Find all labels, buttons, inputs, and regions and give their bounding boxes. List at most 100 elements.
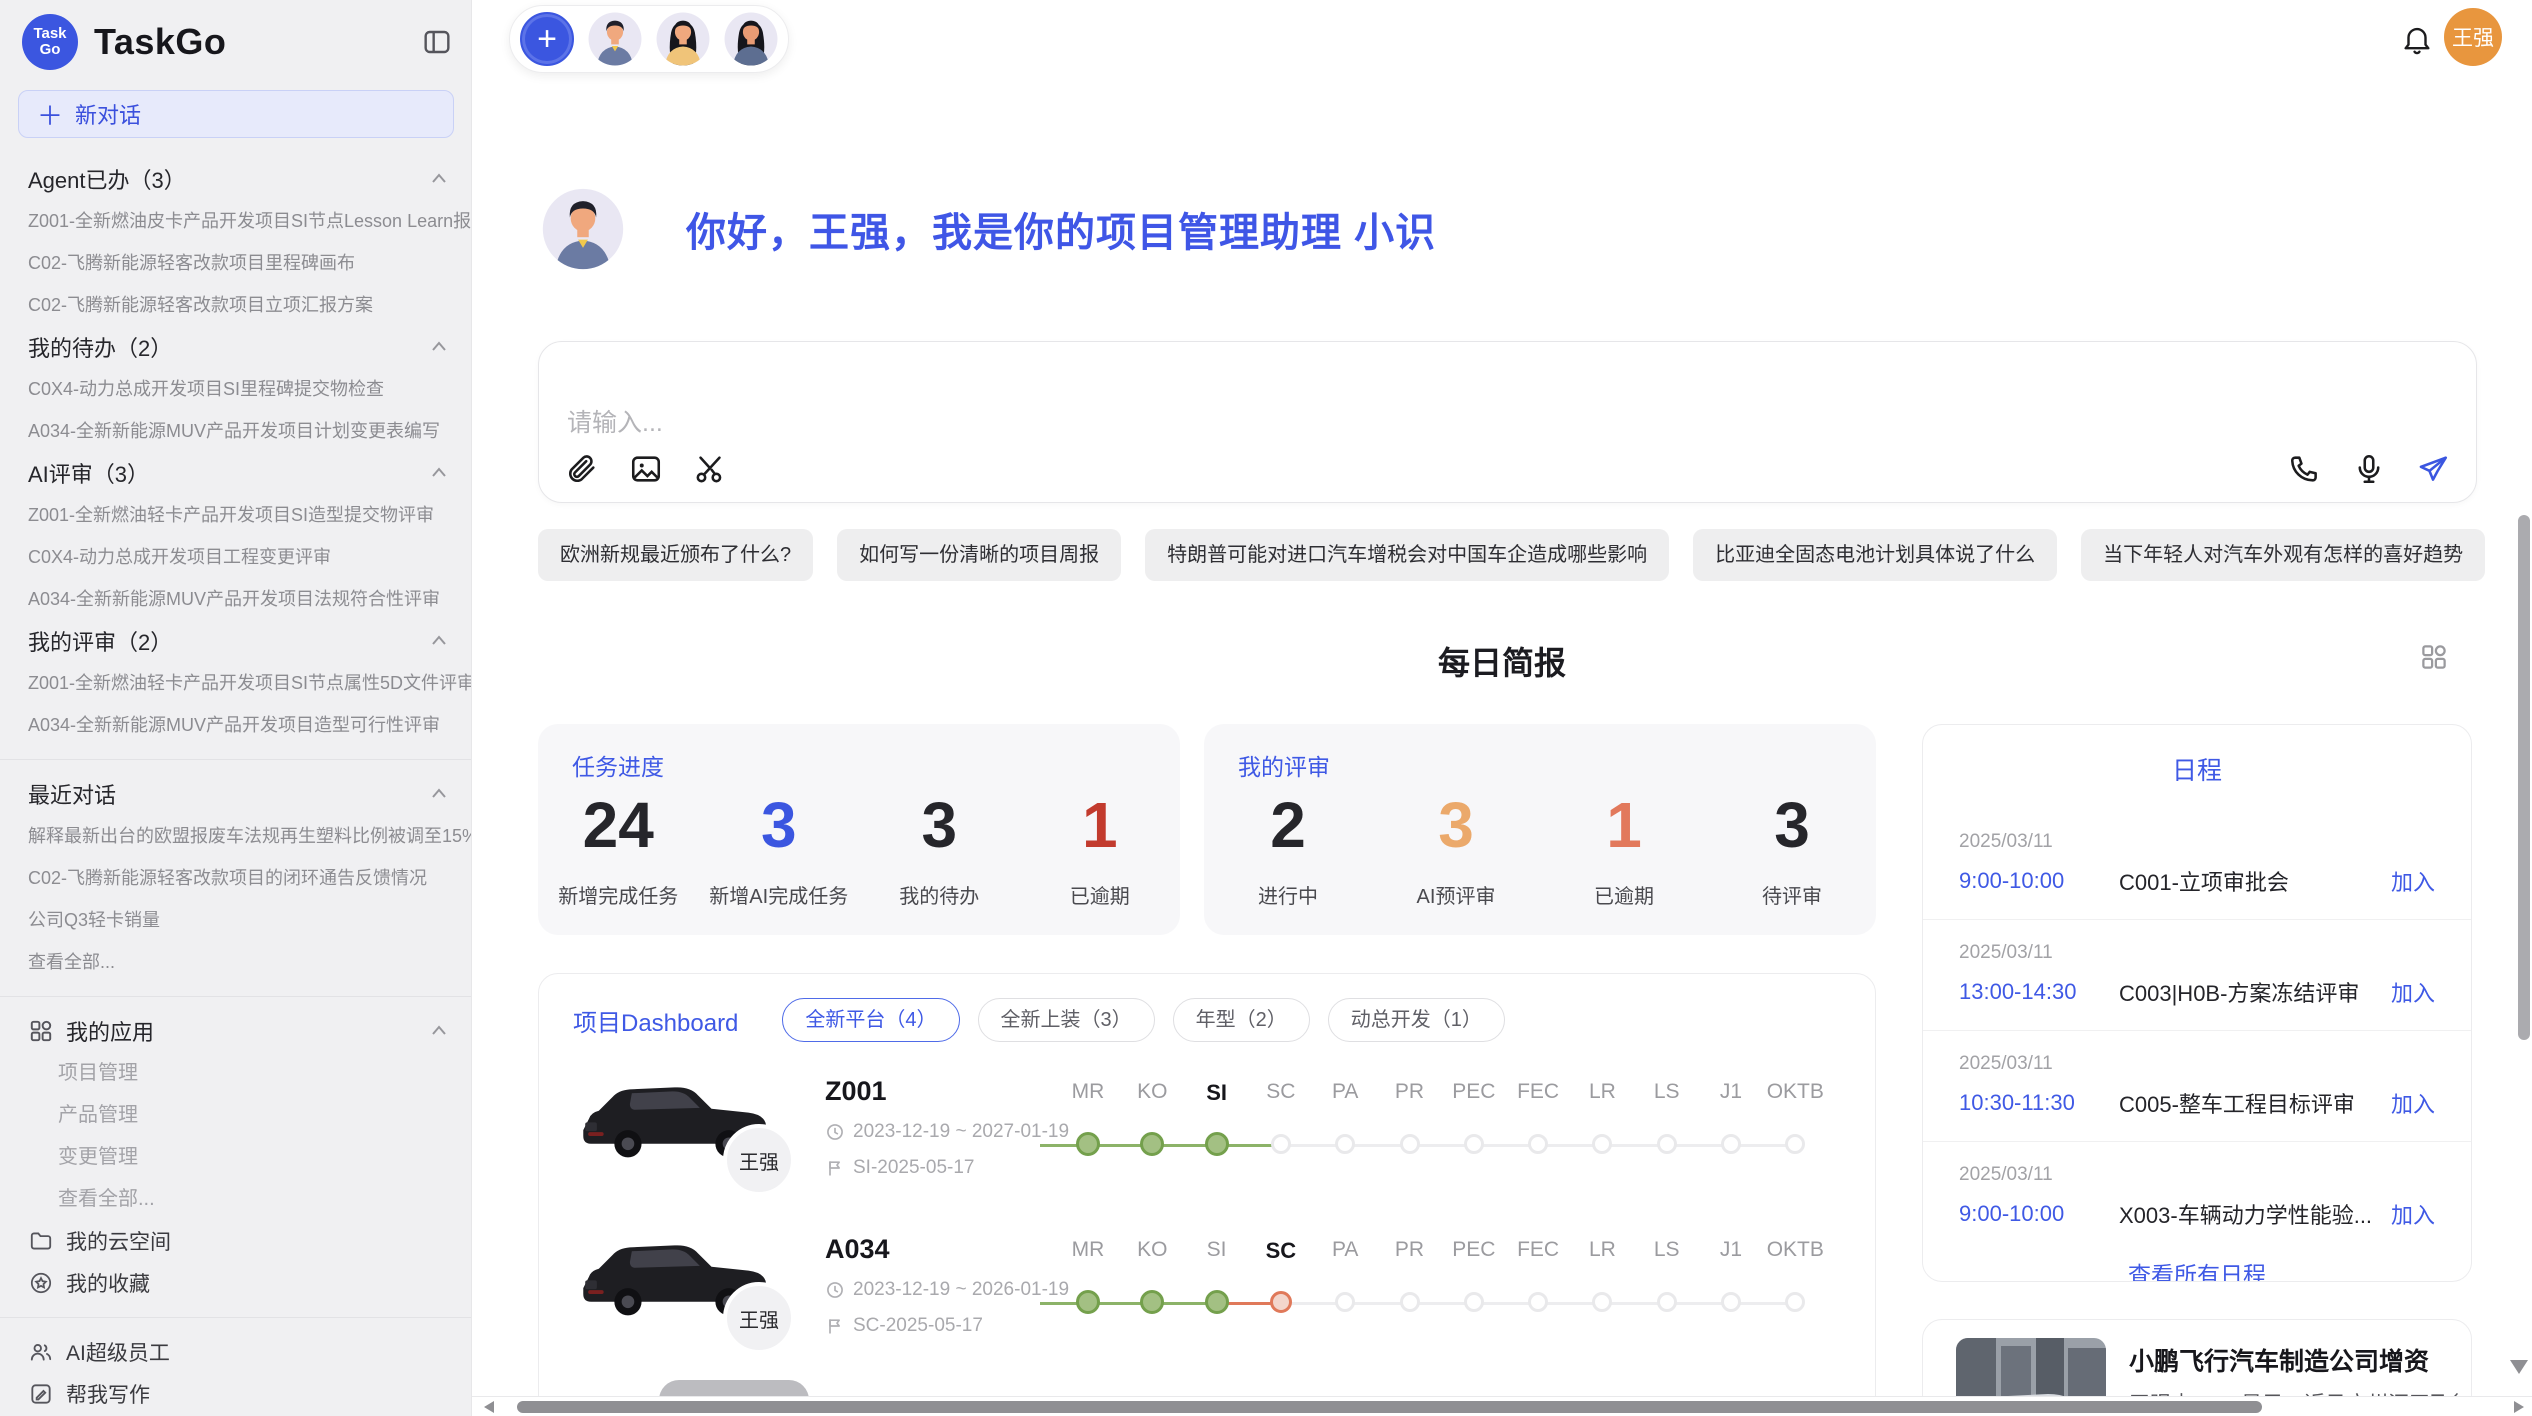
sidebar-section-header-0[interactable]: Agent已办（3） (0, 158, 471, 200)
sidebar-task-item[interactable]: Z001-全新燃油皮卡产品开发项目SI节点Lesson Learn报告 (0, 200, 471, 242)
horizontal-scrollbar-track[interactable] (472, 1396, 2532, 1416)
recent-chat-item[interactable]: C02-飞腾新能源轻客改款项目的闭环通告反馈情况 (0, 857, 471, 899)
sidebar-task-item[interactable]: C0X4-动力总成开发项目SI里程碑提交物检查 (0, 368, 471, 410)
schedule-item: 2025/03/1110:30-11:30C005-整车工程目标评审加入 (1923, 1053, 2471, 1142)
sidebar-task-item[interactable]: C02-飞腾新能源轻客改款项目立项汇报方案 (0, 284, 471, 326)
milestone-label-PA: PA (1332, 1080, 1358, 1104)
agent-avatar-2[interactable] (656, 12, 710, 66)
stat-label: 新增AI完成任务 (699, 880, 860, 909)
notification-bell-icon[interactable] (2400, 22, 2434, 56)
sidebar-task-item[interactable]: C0X4-动力总成开发项目工程变更评审 (0, 536, 471, 578)
sidebar-item-favorites[interactable]: 我的收藏 (0, 1262, 471, 1304)
app-item[interactable]: 项目管理 (0, 1052, 471, 1094)
agent-avatar-1[interactable] (588, 12, 642, 66)
stat-label: 已逾期 (1020, 880, 1181, 909)
milestone-label-PR: PR (1395, 1238, 1424, 1262)
apps-view-all-link[interactable]: 查看全部... (0, 1178, 471, 1220)
milestone-node-KO (1140, 1132, 1164, 1156)
view-all-schedule-link[interactable]: 查看所有日程 (1923, 1256, 2471, 1282)
chat-input[interactable] (567, 398, 2067, 448)
sidebar-task-item[interactable]: A034-全新新能源MUV产品开发项目造型可行性评审 (0, 704, 471, 746)
join-meeting-link[interactable]: 加入 (2391, 1198, 2435, 1230)
chevron-up-icon[interactable] (427, 1019, 451, 1043)
project-row-A034[interactable]: 王强 A0342023-12-19 ~ 2026-01-19SC-2025-05-… (575, 1220, 1845, 1380)
sidebar-task-item[interactable]: A034-全新新能源MUV产品开发项目法规符合性评审 (0, 578, 471, 620)
vertical-scrollbar[interactable] (2518, 515, 2530, 1040)
app-item[interactable]: 产品管理 (0, 1094, 471, 1136)
project-row-Z001[interactable]: 王强Z0012023-12-19 ~ 2027-01-19SI-2025-05-… (575, 1062, 1845, 1222)
agent-avatars (588, 12, 778, 66)
dashboard-tab[interactable]: 全新平台（4） (782, 998, 959, 1042)
sidebar-item-cloud-space[interactable]: 我的云空间 (0, 1220, 471, 1262)
chevron-up-icon[interactable] (427, 629, 451, 653)
chevron-up-icon[interactable] (427, 335, 451, 359)
project-vehicle-image: 王强 (575, 1068, 785, 1184)
stat-label: 我的待办 (859, 880, 1020, 909)
milestone-track: MRKOSISCPAPRPECFECLRLSJ1OKTB (1055, 1222, 1845, 1352)
stat-value: 24 (538, 788, 699, 862)
briefing-layout-icon[interactable] (2419, 642, 2449, 672)
suggestion-chip[interactable]: 特朗普可能对进口汽车增税会对中国车企造成哪些影响 (1145, 529, 1669, 581)
microphone-icon[interactable] (2352, 452, 2386, 486)
dashboard-tab[interactable]: 年型（2） (1173, 998, 1310, 1042)
sidebar-task-item[interactable]: C02-飞腾新能源轻客改款项目里程碑画布 (0, 242, 471, 284)
sidebar-section-recent-chats[interactable]: 最近对话 (0, 773, 471, 815)
dashboard-tab[interactable]: 全新上装（3） (978, 998, 1155, 1042)
schedule-date: 2025/03/11 (1959, 942, 2435, 964)
sidebar-section-header-3[interactable]: 我的评审（2） (0, 620, 471, 662)
suggestion-chip[interactable]: 比亚迪全固态电池计划具体说了什么 (1693, 529, 2057, 581)
join-meeting-link[interactable]: 加入 (2391, 976, 2435, 1008)
stat-label: AI预评审 (1372, 880, 1540, 909)
user-avatar[interactable]: 王强 (2444, 8, 2502, 66)
suggestion-chip[interactable]: 当下年轻人对汽车外观有怎样的喜好趋势 (2081, 529, 2485, 581)
chevron-up-icon[interactable] (427, 461, 451, 485)
stat-block: 3AI预评审 (1372, 788, 1540, 909)
scroll-right-arrow[interactable] (2514, 1401, 2524, 1413)
recent-chat-item[interactable]: 解释最新出台的欧盟报废车法规再生塑料比例被调至15%... (0, 815, 471, 857)
logo-text-top: Task (33, 26, 66, 42)
schedule-event-title: C005-整车工程目标评审 (2119, 1087, 2391, 1119)
recent-view-all-link[interactable]: 查看全部... (0, 941, 471, 983)
project-info: A0342023-12-19 ~ 2026-01-19SC-2025-05-17 (825, 1234, 1055, 1337)
agent-avatar-3[interactable] (724, 12, 778, 66)
chevron-up-icon[interactable] (427, 167, 451, 191)
stat-block: 3新增AI完成任务 (699, 788, 860, 909)
stat-value: 2 (1204, 788, 1372, 862)
news-title: 小鹏飞行汽车制造公司增资 (2129, 1342, 2429, 1378)
milestone-label-SI: SI (1206, 1080, 1227, 1106)
add-agent-button[interactable]: + (520, 12, 574, 66)
send-icon[interactable] (2416, 452, 2450, 486)
suggestion-chip[interactable]: 欧洲新规最近颁布了什么? (538, 529, 813, 581)
sidebar-tool-writing[interactable]: 帮我写作 (0, 1373, 471, 1415)
join-meeting-link[interactable]: 加入 (2391, 865, 2435, 897)
sidebar-collapse-icon[interactable] (421, 26, 453, 58)
chevron-up-icon[interactable] (427, 782, 451, 806)
attachment-icon[interactable] (565, 452, 599, 486)
scroll-down-arrow[interactable] (2510, 1360, 2528, 1374)
sidebar-task-item[interactable]: Z001-全新燃油轻卡产品开发项目SI节点属性5D文件评审 (0, 662, 471, 704)
sidebar-task-item[interactable]: A034-全新新能源MUV产品开发项目计划变更表编写 (0, 410, 471, 452)
recent-chat-item[interactable]: 公司Q3轻卡销量 (0, 899, 471, 941)
join-meeting-link[interactable]: 加入 (2391, 1087, 2435, 1119)
milestone-label-KO: KO (1137, 1080, 1167, 1104)
owner-name: 王强 (739, 1304, 779, 1333)
flag-icon (825, 1316, 845, 1336)
greeting-row: 你好，王强，我是你的项目管理助理 小识 (542, 188, 1436, 270)
scroll-left-arrow[interactable] (484, 1401, 494, 1413)
horizontal-scrollbar-thumb[interactable] (517, 1401, 2262, 1413)
app-item[interactable]: 变更管理 (0, 1136, 471, 1178)
new-chat-button[interactable]: ＋ 新对话 (18, 90, 454, 138)
project-owner-avatar: 王强 (723, 1282, 795, 1354)
sidebar-section-header-2[interactable]: AI评审（3） (0, 452, 471, 494)
image-upload-icon[interactable] (629, 452, 663, 486)
scissors-icon[interactable] (693, 452, 727, 486)
sidebar-tool-ai-staff[interactable]: AI超级员工 (0, 1331, 471, 1373)
sidebar-section-header-1[interactable]: 我的待办（2） (0, 326, 471, 368)
milestone-node-SI (1205, 1290, 1229, 1314)
sidebar-task-item[interactable]: Z001-全新燃油轻卡产品开发项目SI造型提交物评审 (0, 494, 471, 536)
suggestion-chip[interactable]: 如何写一份清晰的项目周报 (837, 529, 1121, 581)
dashboard-tab[interactable]: 动总开发（1） (1328, 998, 1505, 1042)
schedule-date: 2025/03/11 (1959, 831, 2435, 853)
sidebar-section-my-apps[interactable]: 我的应用 (0, 1010, 471, 1052)
voice-call-icon[interactable] (2288, 452, 2322, 486)
